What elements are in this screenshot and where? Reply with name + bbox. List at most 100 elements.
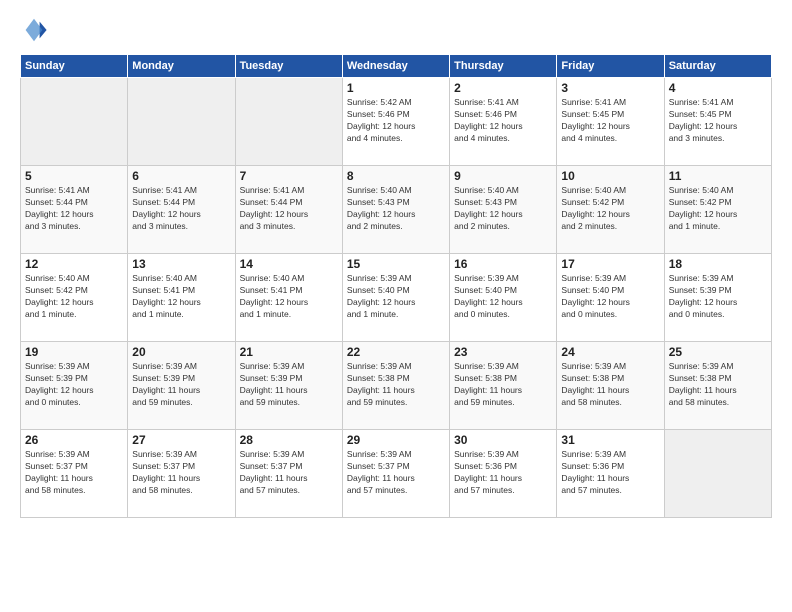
day-number: 29	[347, 433, 445, 447]
weekday-header-sunday: Sunday	[21, 55, 128, 78]
calendar-cell: 21 Sunrise: 5:39 AM Sunset: 5:39 PM Dayli…	[235, 342, 342, 430]
day-number: 12	[25, 257, 123, 271]
calendar-cell: 17Sunrise: 5:39 AM Sunset: 5:40 PM Dayli…	[557, 254, 664, 342]
calendar-cell	[21, 78, 128, 166]
cell-info: Sunrise: 5:39 AM Sunset: 5:40 PM Dayligh…	[347, 273, 445, 321]
cell-info: Sunrise: 5:39 AM Sunset: 5:39 PM Dayligh…	[132, 361, 230, 409]
calendar-cell: 19 Sunrise: 5:39 AM Sunset: 5:39 PM Dayli…	[21, 342, 128, 430]
day-number: 27	[132, 433, 230, 447]
calendar-cell: 11 Sunrise: 5:40 AM Sunset: 5:42 PM Dayli…	[664, 166, 771, 254]
calendar-cell: 1 Sunrise: 5:42 AM Sunset: 5:46 PM Daylig…	[342, 78, 449, 166]
calendar-cell: 30 Sunrise: 5:39 AM Sunset: 5:36 PM Dayli…	[450, 430, 557, 518]
cell-info: Sunrise: 5:40 AM Sunset: 5:41 PM Dayligh…	[240, 273, 338, 321]
calendar-cell	[128, 78, 235, 166]
day-number: 6	[132, 169, 230, 183]
day-number: 10	[561, 169, 659, 183]
calendar-cell: 12 Sunrise: 5:40 AM Sunset: 5:42 PM Dayli…	[21, 254, 128, 342]
cell-info: Sunrise: 5:39 AM Sunset: 5:38 PM Dayligh…	[454, 361, 552, 409]
cell-info: Sunrise: 5:41 AM Sunset: 5:44 PM Dayligh…	[240, 185, 338, 233]
cell-info: Sunrise: 5:39 AM Sunset: 5:38 PM Dayligh…	[669, 361, 767, 409]
cell-info: Sunrise: 5:41 AM Sunset: 5:45 PM Dayligh…	[669, 97, 767, 145]
calendar-cell: 8 Sunrise: 5:40 AM Sunset: 5:43 PM Daylig…	[342, 166, 449, 254]
cell-info: Sunrise: 5:39 AM Sunset: 5:37 PM Dayligh…	[347, 449, 445, 497]
cell-info: Sunrise: 5:39 AM Sunset: 5:40 PM Dayligh…	[454, 273, 552, 321]
calendar-cell: 7 Sunrise: 5:41 AM Sunset: 5:44 PM Daylig…	[235, 166, 342, 254]
day-number: 19	[25, 345, 123, 359]
day-number: 7	[240, 169, 338, 183]
logo	[20, 16, 50, 44]
cell-info: Sunrise: 5:39 AM Sunset: 5:39 PM Dayligh…	[669, 273, 767, 321]
day-number: 22	[347, 345, 445, 359]
weekday-header-tuesday: Tuesday	[235, 55, 342, 78]
day-number: 23	[454, 345, 552, 359]
weekday-header-monday: Monday	[128, 55, 235, 78]
cell-info: Sunrise: 5:39 AM Sunset: 5:40 PM Dayligh…	[561, 273, 659, 321]
day-number: 21	[240, 345, 338, 359]
week-row-5: 26 Sunrise: 5:39 AM Sunset: 5:37 PM Dayli…	[21, 430, 772, 518]
calendar-cell: 18Sunrise: 5:39 AM Sunset: 5:39 PM Dayli…	[664, 254, 771, 342]
day-number: 24	[561, 345, 659, 359]
weekday-header-thursday: Thursday	[450, 55, 557, 78]
calendar-cell: 24 Sunrise: 5:39 AM Sunset: 5:38 PM Dayli…	[557, 342, 664, 430]
weekday-header-friday: Friday	[557, 55, 664, 78]
cell-info: Sunrise: 5:40 AM Sunset: 5:43 PM Dayligh…	[347, 185, 445, 233]
calendar-cell: 20 Sunrise: 5:39 AM Sunset: 5:39 PM Dayli…	[128, 342, 235, 430]
cell-info: Sunrise: 5:40 AM Sunset: 5:41 PM Dayligh…	[132, 273, 230, 321]
header	[20, 16, 772, 44]
calendar-cell: 13Sunrise: 5:40 AM Sunset: 5:41 PM Dayli…	[128, 254, 235, 342]
cell-info: Sunrise: 5:39 AM Sunset: 5:39 PM Dayligh…	[25, 361, 123, 409]
calendar-cell: 14 Sunrise: 5:40 AM Sunset: 5:41 PM Dayli…	[235, 254, 342, 342]
day-number: 15	[347, 257, 445, 271]
day-number: 30	[454, 433, 552, 447]
day-number: 14	[240, 257, 338, 271]
cell-info: Sunrise: 5:39 AM Sunset: 5:38 PM Dayligh…	[561, 361, 659, 409]
calendar: SundayMondayTuesdayWednesdayThursdayFrid…	[20, 54, 772, 518]
week-row-3: 12 Sunrise: 5:40 AM Sunset: 5:42 PM Dayli…	[21, 254, 772, 342]
calendar-cell	[235, 78, 342, 166]
day-number: 28	[240, 433, 338, 447]
cell-info: Sunrise: 5:40 AM Sunset: 5:43 PM Dayligh…	[454, 185, 552, 233]
cell-info: Sunrise: 5:41 AM Sunset: 5:45 PM Dayligh…	[561, 97, 659, 145]
day-number: 26	[25, 433, 123, 447]
cell-info: Sunrise: 5:40 AM Sunset: 5:42 PM Dayligh…	[669, 185, 767, 233]
day-number: 5	[25, 169, 123, 183]
weekday-header-wednesday: Wednesday	[342, 55, 449, 78]
calendar-cell: 31Sunrise: 5:39 AM Sunset: 5:36 PM Dayli…	[557, 430, 664, 518]
cell-info: Sunrise: 5:40 AM Sunset: 5:42 PM Dayligh…	[561, 185, 659, 233]
page: SundayMondayTuesdayWednesdayThursdayFrid…	[0, 0, 792, 612]
day-number: 16	[454, 257, 552, 271]
calendar-cell: 2 Sunrise: 5:41 AM Sunset: 5:46 PM Daylig…	[450, 78, 557, 166]
calendar-cell: 22 Sunrise: 5:39 AM Sunset: 5:38 PM Dayli…	[342, 342, 449, 430]
cell-info: Sunrise: 5:39 AM Sunset: 5:38 PM Dayligh…	[347, 361, 445, 409]
calendar-cell: 27 Sunrise: 5:39 AM Sunset: 5:37 PM Dayli…	[128, 430, 235, 518]
day-number: 2	[454, 81, 552, 95]
cell-info: Sunrise: 5:41 AM Sunset: 5:44 PM Dayligh…	[25, 185, 123, 233]
day-number: 1	[347, 81, 445, 95]
cell-info: Sunrise: 5:40 AM Sunset: 5:42 PM Dayligh…	[25, 273, 123, 321]
calendar-cell: 4 Sunrise: 5:41 AM Sunset: 5:45 PM Daylig…	[664, 78, 771, 166]
calendar-cell: 9 Sunrise: 5:40 AM Sunset: 5:43 PM Daylig…	[450, 166, 557, 254]
cell-info: Sunrise: 5:39 AM Sunset: 5:36 PM Dayligh…	[454, 449, 552, 497]
week-row-2: 5 Sunrise: 5:41 AM Sunset: 5:44 PM Daylig…	[21, 166, 772, 254]
calendar-cell: 16 Sunrise: 5:39 AM Sunset: 5:40 PM Dayli…	[450, 254, 557, 342]
cell-info: Sunrise: 5:39 AM Sunset: 5:37 PM Dayligh…	[132, 449, 230, 497]
day-number: 3	[561, 81, 659, 95]
calendar-cell: 23 Sunrise: 5:39 AM Sunset: 5:38 PM Dayli…	[450, 342, 557, 430]
cell-info: Sunrise: 5:41 AM Sunset: 5:46 PM Dayligh…	[454, 97, 552, 145]
cell-info: Sunrise: 5:39 AM Sunset: 5:39 PM Dayligh…	[240, 361, 338, 409]
day-number: 20	[132, 345, 230, 359]
cell-info: Sunrise: 5:39 AM Sunset: 5:37 PM Dayligh…	[240, 449, 338, 497]
day-number: 11	[669, 169, 767, 183]
day-number: 9	[454, 169, 552, 183]
day-number: 4	[669, 81, 767, 95]
calendar-cell: 10 Sunrise: 5:40 AM Sunset: 5:42 PM Dayli…	[557, 166, 664, 254]
cell-info: Sunrise: 5:42 AM Sunset: 5:46 PM Dayligh…	[347, 97, 445, 145]
calendar-cell: 28 Sunrise: 5:39 AM Sunset: 5:37 PM Dayli…	[235, 430, 342, 518]
calendar-cell: 3 Sunrise: 5:41 AM Sunset: 5:45 PM Daylig…	[557, 78, 664, 166]
calendar-cell: 6Sunrise: 5:41 AM Sunset: 5:44 PM Daylig…	[128, 166, 235, 254]
logo-icon	[20, 16, 48, 44]
day-number: 8	[347, 169, 445, 183]
calendar-cell	[664, 430, 771, 518]
calendar-cell: 15 Sunrise: 5:39 AM Sunset: 5:40 PM Dayli…	[342, 254, 449, 342]
day-number: 25	[669, 345, 767, 359]
